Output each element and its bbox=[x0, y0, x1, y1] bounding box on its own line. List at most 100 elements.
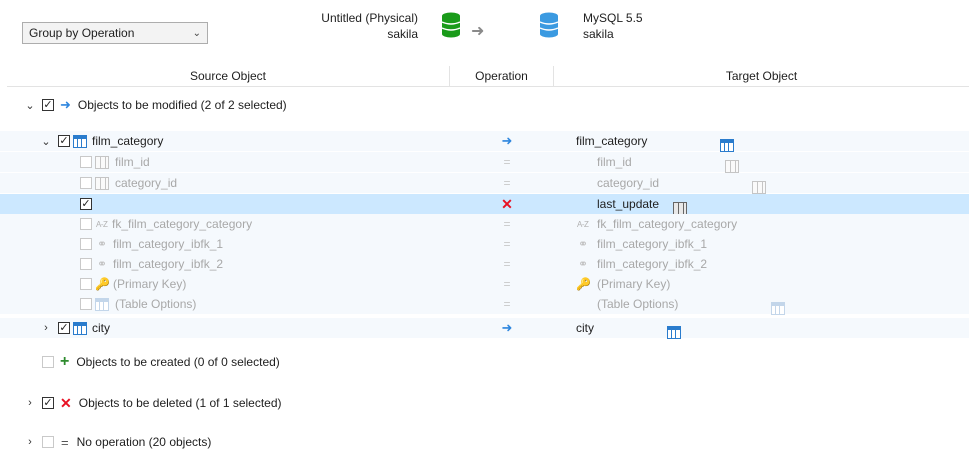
group-by-value: Group by Operation bbox=[29, 26, 135, 40]
header-operation[interactable]: Operation bbox=[449, 66, 554, 86]
checkbox-group-deleted[interactable]: ✓ bbox=[42, 397, 54, 409]
checkbox[interactable] bbox=[80, 258, 92, 270]
chevron-down-icon: ⌄ bbox=[192, 27, 201, 39]
link-icon: ⚭ bbox=[577, 237, 589, 251]
source-object-name: category_id bbox=[115, 176, 178, 190]
source-object-name: film_category_ibfk_1 bbox=[113, 237, 224, 251]
delete-x-icon: ✕ bbox=[60, 394, 72, 411]
equals-icon: = bbox=[503, 257, 511, 271]
header-source-object[interactable]: Source Object bbox=[7, 66, 449, 86]
target-object-name: film_category_ibfk_1 bbox=[597, 237, 708, 251]
equals-icon: = bbox=[61, 434, 69, 450]
group-deleted[interactable]: › ✓ ✕ Objects to be deleted (1 of 1 sele… bbox=[0, 393, 969, 413]
checkbox[interactable] bbox=[80, 298, 92, 310]
source-name: Untitled (Physical) bbox=[321, 11, 418, 25]
table-row[interactable]: film_id = film_id bbox=[0, 152, 969, 173]
equals-icon: = bbox=[503, 155, 511, 169]
source-object-name: film_id bbox=[115, 155, 150, 169]
equals-icon: = bbox=[503, 297, 511, 311]
target-connection: MySQL 5.5 sakila bbox=[583, 10, 703, 42]
table-icon bbox=[667, 325, 681, 339]
target-schema: sakila bbox=[583, 27, 614, 41]
group-no-operation[interactable]: › = No operation (20 objects) bbox=[0, 432, 969, 452]
table-row-city[interactable]: › ✓ city ➜ city bbox=[0, 318, 969, 339]
column-icon bbox=[95, 155, 109, 169]
table-row[interactable]: (Table Options) = (Table Options) bbox=[0, 294, 969, 315]
source-object-name: (Primary Key) bbox=[113, 277, 187, 291]
checkbox-group-modified[interactable]: ✓ bbox=[42, 99, 54, 111]
link-icon: ⚭ bbox=[96, 257, 108, 271]
table-row[interactable]: category_id = category_id bbox=[0, 173, 969, 194]
modify-arrow-icon: ➜ bbox=[60, 97, 71, 112]
column-header: Source Object Operation Target Object bbox=[7, 66, 969, 87]
link-icon: ⚭ bbox=[96, 237, 108, 251]
chevron-down-icon[interactable]: ⌄ bbox=[24, 99, 36, 112]
column-icon bbox=[752, 180, 767, 194]
delete-x-icon: ✕ bbox=[501, 195, 513, 212]
target-object-name: film_category_ibfk_2 bbox=[597, 257, 708, 271]
table-row-selected[interactable]: ✓ ✕ last_update bbox=[0, 194, 969, 215]
equals-icon: = bbox=[503, 237, 511, 251]
column-icon bbox=[673, 201, 687, 215]
group-label: Objects to be modified (2 of 2 selected) bbox=[77, 98, 287, 112]
checkbox-film-category[interactable]: ✓ bbox=[58, 135, 70, 147]
group-created[interactable]: + Objects to be created (0 of 0 selected… bbox=[0, 352, 969, 372]
chevron-right-icon[interactable]: › bbox=[24, 397, 36, 409]
table-row[interactable]: 🔑 (Primary Key) = 🔑 (Primary Key) bbox=[0, 274, 969, 294]
table-icon bbox=[771, 301, 786, 315]
chevron-down-icon[interactable]: ⌄ bbox=[40, 135, 52, 148]
checkbox[interactable] bbox=[80, 238, 92, 250]
equals-icon: = bbox=[503, 217, 511, 231]
equals-icon: = bbox=[503, 277, 511, 291]
group-modified[interactable]: ⌄ ✓ ➜ Objects to be modified (2 of 2 sel… bbox=[0, 95, 969, 115]
table-row[interactable]: ⚭ film_category_ibfk_2 = ⚭ film_category… bbox=[0, 254, 969, 274]
header-target-object[interactable]: Target Object bbox=[554, 66, 969, 86]
source-object-name: city bbox=[92, 321, 110, 335]
index-az-icon: A-Z bbox=[577, 219, 589, 229]
checkbox[interactable] bbox=[80, 156, 92, 168]
target-object-name: category_id bbox=[597, 176, 660, 190]
checkbox[interactable]: ✓ bbox=[80, 198, 92, 210]
modify-arrow-icon: ➜ bbox=[501, 133, 513, 148]
target-object-name: (Table Options) bbox=[597, 297, 679, 311]
group-label: Objects to be deleted (1 of 1 selected) bbox=[78, 396, 282, 410]
checkbox[interactable] bbox=[80, 278, 92, 290]
checkbox-group-no-operation[interactable] bbox=[42, 436, 54, 448]
key-icon: 🔑 bbox=[576, 277, 591, 291]
checkbox[interactable] bbox=[80, 177, 92, 189]
target-object-name: city bbox=[576, 321, 594, 335]
index-az-icon: A-Z bbox=[96, 219, 108, 229]
group-label: Objects to be created (0 of 0 selected) bbox=[76, 355, 280, 369]
group-by-select[interactable]: Group by Operation ⌄ bbox=[22, 22, 208, 44]
source-object-name: film_category_ibfk_2 bbox=[113, 257, 224, 271]
source-object-name: (Table Options) bbox=[115, 297, 197, 311]
modify-arrow-icon: ➜ bbox=[501, 320, 513, 335]
column-icon bbox=[95, 176, 109, 190]
source-object-name: fk_film_category_category bbox=[112, 217, 253, 231]
table-icon bbox=[73, 321, 87, 335]
checkbox-group-created[interactable] bbox=[42, 356, 54, 368]
target-database-icon bbox=[539, 12, 559, 38]
checkbox-city[interactable]: ✓ bbox=[58, 322, 70, 334]
column-icon bbox=[724, 159, 739, 173]
equals-icon: = bbox=[503, 176, 511, 190]
target-object-name: (Primary Key) bbox=[597, 277, 671, 291]
table-icon bbox=[95, 297, 109, 311]
sync-arrow-icon: ➜ bbox=[471, 23, 485, 40]
source-schema: sakila bbox=[387, 27, 418, 41]
table-row-film-category[interactable]: ⌄ ✓ film_category ➜ film_category bbox=[0, 131, 969, 152]
source-database-icon bbox=[441, 12, 461, 38]
link-icon: ⚭ bbox=[577, 257, 589, 271]
key-icon: 🔑 bbox=[95, 277, 110, 291]
checkbox[interactable] bbox=[80, 218, 92, 230]
chevron-right-icon[interactable]: › bbox=[24, 436, 36, 448]
table-row[interactable]: ⚭ film_category_ibfk_1 = ⚭ film_category… bbox=[0, 234, 969, 254]
table-icon bbox=[720, 138, 735, 152]
target-object-name: last_update bbox=[597, 197, 660, 211]
target-object-name: film_category bbox=[576, 134, 648, 148]
table-row[interactable]: A-Z fk_film_category_category = A-Z fk_f… bbox=[0, 214, 969, 234]
group-label: No operation (20 objects) bbox=[76, 435, 212, 449]
target-name: MySQL 5.5 bbox=[583, 11, 643, 25]
plus-icon: + bbox=[60, 353, 70, 370]
chevron-right-icon[interactable]: › bbox=[40, 322, 52, 334]
